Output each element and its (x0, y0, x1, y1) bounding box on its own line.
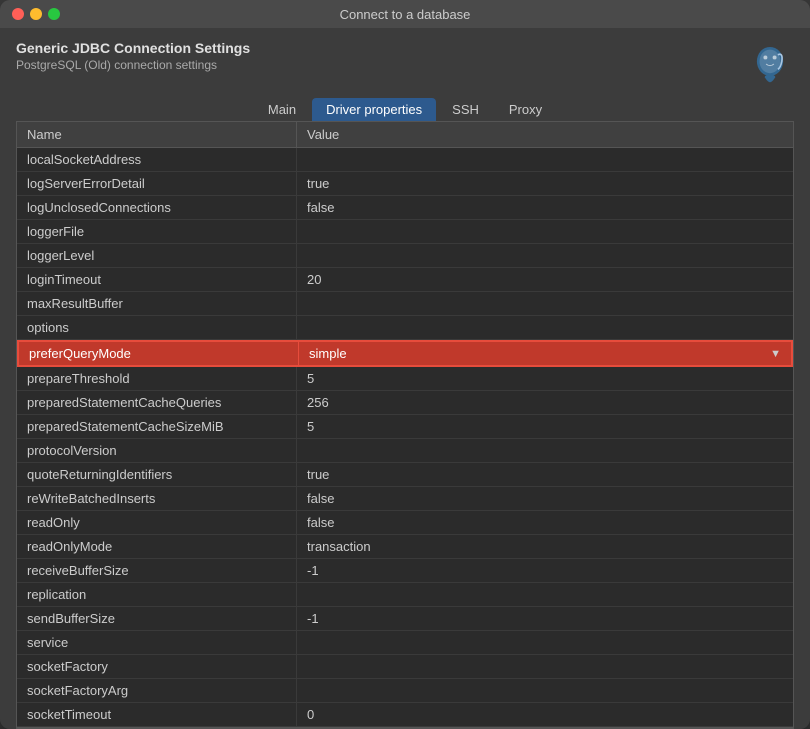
minimize-button[interactable] (30, 8, 42, 20)
maximize-button[interactable] (48, 8, 60, 20)
cell-name: preparedStatementCacheSizeMiB (17, 415, 297, 438)
table-body[interactable]: localSocketAddresslogServerErrorDetailtr… (17, 148, 793, 727)
connection-title: Generic JDBC Connection Settings (16, 40, 250, 56)
cell-name: maxResultBuffer (17, 292, 297, 315)
cell-value: 5 (297, 415, 793, 438)
table-row[interactable]: readOnlyModetransaction (17, 535, 793, 559)
table-row[interactable]: receiveBufferSize-1 (17, 559, 793, 583)
cell-name: replication (17, 583, 297, 606)
properties-table: Name Value localSocketAddresslogServerEr… (16, 121, 794, 728)
main-window: Connect to a database Generic JDBC Conne… (0, 0, 810, 729)
tab-driver-properties[interactable]: Driver properties (312, 98, 436, 121)
column-value: Value (297, 122, 793, 147)
table-row[interactable]: protocolVersion (17, 439, 793, 463)
cell-value: true (297, 463, 793, 486)
header-section: Generic JDBC Connection Settings Postgre… (16, 40, 794, 88)
close-button[interactable] (12, 8, 24, 20)
titlebar: Connect to a database (0, 0, 810, 28)
cell-name: readOnly (17, 511, 297, 534)
cell-value: false (297, 511, 793, 534)
tab-proxy[interactable]: Proxy (495, 98, 556, 121)
cell-name: localSocketAddress (17, 148, 297, 171)
cell-value: 0 (297, 703, 793, 726)
cell-value (297, 228, 793, 236)
table-row[interactable]: loggerFile (17, 220, 793, 244)
postgres-icon (746, 40, 794, 88)
table-row[interactable]: socketFactoryArg (17, 679, 793, 703)
tabs-bar: Main Driver properties SSH Proxy (16, 98, 794, 121)
cell-value: -1 (297, 607, 793, 630)
cell-value (297, 156, 793, 164)
table-row[interactable]: preparedStatementCacheSizeMiB5 (17, 415, 793, 439)
cell-value: true (297, 172, 793, 195)
table-row[interactable]: preferQueryModesimple▼ (17, 340, 793, 367)
cell-name: logUnclosedConnections (17, 196, 297, 219)
table-row[interactable]: maxResultBuffer (17, 292, 793, 316)
table-row[interactable]: quoteReturningIdentifierstrue (17, 463, 793, 487)
cell-name: readOnlyMode (17, 535, 297, 558)
tab-ssh[interactable]: SSH (438, 98, 493, 121)
table-row[interactable]: logServerErrorDetailtrue (17, 172, 793, 196)
table-row[interactable]: prepareThreshold5 (17, 367, 793, 391)
cell-name: preferQueryMode (19, 342, 299, 365)
table-row[interactable]: replication (17, 583, 793, 607)
cell-value (297, 663, 793, 671)
cell-name: options (17, 316, 297, 339)
cell-value (297, 324, 793, 332)
table-row[interactable]: localSocketAddress (17, 148, 793, 172)
cell-value (297, 591, 793, 599)
traffic-lights (12, 8, 60, 20)
table-row[interactable]: reWriteBatchedInsertsfalse (17, 487, 793, 511)
cell-value: 256 (297, 391, 793, 414)
table-row[interactable]: preparedStatementCacheQueries256 (17, 391, 793, 415)
table-row[interactable]: sendBufferSize-1 (17, 607, 793, 631)
cell-value (297, 300, 793, 308)
table-row[interactable]: loggerLevel (17, 244, 793, 268)
cell-value (297, 252, 793, 260)
cell-value: -1 (297, 559, 793, 582)
cell-value: false (297, 196, 793, 219)
table-row[interactable]: readOnlyfalse (17, 511, 793, 535)
table-row[interactable]: logUnclosedConnectionsfalse (17, 196, 793, 220)
cell-name: loggerLevel (17, 244, 297, 267)
cell-value: false (297, 487, 793, 510)
cell-name: socketFactory (17, 655, 297, 678)
table-row[interactable]: socketFactory (17, 655, 793, 679)
cell-name: loginTimeout (17, 268, 297, 291)
connection-subtitle: PostgreSQL (Old) connection settings (16, 58, 250, 72)
cell-name: receiveBufferSize (17, 559, 297, 582)
cell-name: reWriteBatchedInserts (17, 487, 297, 510)
table-row[interactable]: socketTimeout0 (17, 703, 793, 727)
dropdown-arrow-icon[interactable]: ▼ (770, 348, 781, 360)
cell-value: 20 (297, 268, 793, 291)
cell-value (297, 639, 793, 647)
window-title: Connect to a database (340, 7, 471, 22)
cell-name: socketTimeout (17, 703, 297, 726)
cell-name: preparedStatementCacheQueries (17, 391, 297, 414)
cell-value (297, 687, 793, 695)
cell-name: logServerErrorDetail (17, 172, 297, 195)
cell-value (297, 447, 793, 455)
cell-value: transaction (297, 535, 793, 558)
table-header: Name Value (17, 122, 793, 148)
cell-value: 5 (297, 367, 793, 390)
table-row[interactable]: options (17, 316, 793, 340)
content-area: Generic JDBC Connection Settings Postgre… (0, 28, 810, 729)
table-row[interactable]: service (17, 631, 793, 655)
column-name: Name (17, 122, 297, 147)
cell-name: protocolVersion (17, 439, 297, 462)
cell-name: loggerFile (17, 220, 297, 243)
cell-name: service (17, 631, 297, 654)
cell-name: quoteReturningIdentifiers (17, 463, 297, 486)
cell-name: socketFactoryArg (17, 679, 297, 702)
tab-main[interactable]: Main (254, 98, 310, 121)
cell-name: sendBufferSize (17, 607, 297, 630)
cell-value[interactable]: simple▼ (299, 342, 791, 365)
header-text: Generic JDBC Connection Settings Postgre… (16, 40, 250, 72)
table-row[interactable]: loginTimeout20 (17, 268, 793, 292)
cell-name: prepareThreshold (17, 367, 297, 390)
